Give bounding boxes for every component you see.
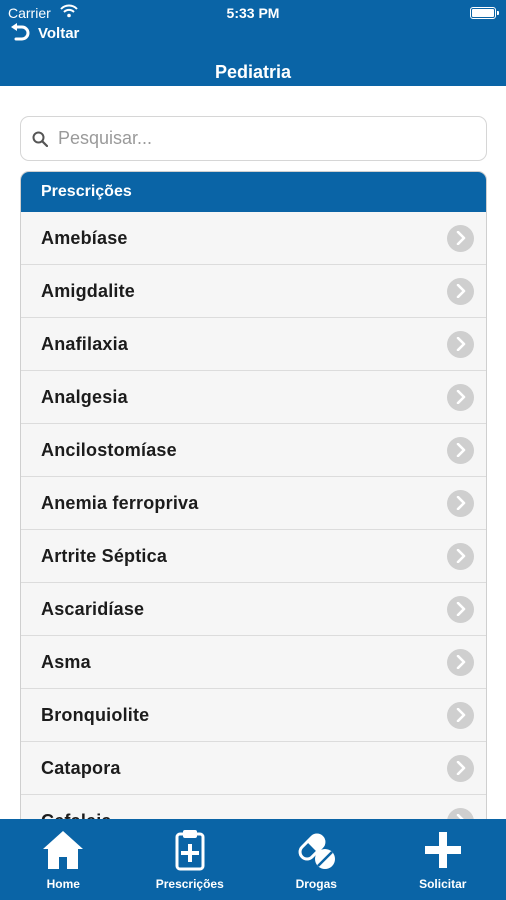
- back-arrow-icon: [11, 23, 30, 41]
- list-item-label: Amebíase: [41, 227, 128, 248]
- list-item-label: Analgesia: [41, 386, 128, 407]
- chevron-right-icon: [447, 489, 474, 517]
- back-label: Voltar: [38, 24, 80, 42]
- chevron-right-icon: [447, 754, 474, 782]
- tab-drogas[interactable]: Drogas: [253, 819, 379, 891]
- list-item-label: Bronquiolite: [41, 704, 150, 725]
- list-item[interactable]: Amigdalite: [21, 265, 486, 318]
- list-item[interactable]: Catapora: [21, 742, 486, 795]
- list-item[interactable]: Ascaridíase: [21, 583, 486, 636]
- chevron-right-icon: [447, 595, 474, 623]
- home-icon: [43, 831, 84, 869]
- chevron-right-icon: [447, 542, 474, 570]
- prescriptions-list: Prescrições Amebíase Amigdalite Anafilaxia…: [20, 171, 487, 821]
- pills-icon: [298, 833, 336, 869]
- list-item-label: Amigdalite: [41, 280, 136, 301]
- tab-home[interactable]: Home: [0, 819, 126, 891]
- chevron-right-icon: [447, 330, 474, 358]
- chevron-right-icon: [447, 224, 474, 252]
- chevron-right-icon: [447, 701, 474, 729]
- list-item-label: Anafilaxia: [41, 333, 129, 354]
- status-time: 5:33 PM: [226, 5, 280, 21]
- list-item[interactable]: Bronquiolite: [21, 689, 486, 742]
- tab-prescricoes-label: Prescrições: [155, 877, 224, 891]
- list-item[interactable]: Ancilostomíase: [21, 424, 486, 477]
- list-item[interactable]: Amebíase: [21, 212, 486, 265]
- back-button[interactable]: Voltar: [8, 22, 79, 44]
- plus-icon: [424, 832, 461, 868]
- tab-home-label: Home: [46, 877, 80, 891]
- chevron-right-icon: [447, 648, 474, 676]
- section-header: Prescrições: [21, 172, 486, 212]
- list-item[interactable]: Artrite Séptica: [21, 530, 486, 583]
- chevron-right-icon: [447, 277, 474, 305]
- list-item-label: Ancilostomíase: [41, 439, 177, 460]
- page-title: Pediatria: [214, 62, 292, 82]
- list-item-label: Anemia ferropriva: [41, 492, 199, 513]
- clipboard-plus-icon: [175, 830, 205, 871]
- list-item[interactable]: Anemia ferropriva: [21, 477, 486, 530]
- list-item[interactable]: Analgesia: [21, 371, 486, 424]
- tab-drogas-label: Drogas: [295, 877, 337, 891]
- chevron-right-icon: [447, 383, 474, 411]
- list-item-label: Catapora: [41, 757, 121, 778]
- tab-bar: Home Prescrições Drogas Solicitar: [0, 819, 506, 900]
- chevron-right-icon: [447, 436, 474, 464]
- list-item[interactable]: Asma: [21, 636, 486, 689]
- navigation-bar: Carrier 5:33 PM Voltar Pediatria: [0, 0, 506, 86]
- list-item-label: Artrite Séptica: [41, 545, 168, 566]
- list-item-label: Asma: [41, 651, 91, 672]
- list-item[interactable]: Cefaleia: [21, 795, 486, 820]
- search-icon: [32, 131, 48, 147]
- tab-solicitar-label: Solicitar: [419, 877, 467, 891]
- battery-icon: [470, 7, 499, 19]
- list-item-label: Ascaridíase: [41, 598, 145, 619]
- search-bar[interactable]: [20, 116, 487, 161]
- search-input[interactable]: [58, 128, 458, 149]
- list-item[interactable]: Anafilaxia: [21, 318, 486, 371]
- tab-prescricoes[interactable]: Prescrições: [127, 819, 253, 891]
- tab-solicitar[interactable]: Solicitar: [380, 819, 506, 891]
